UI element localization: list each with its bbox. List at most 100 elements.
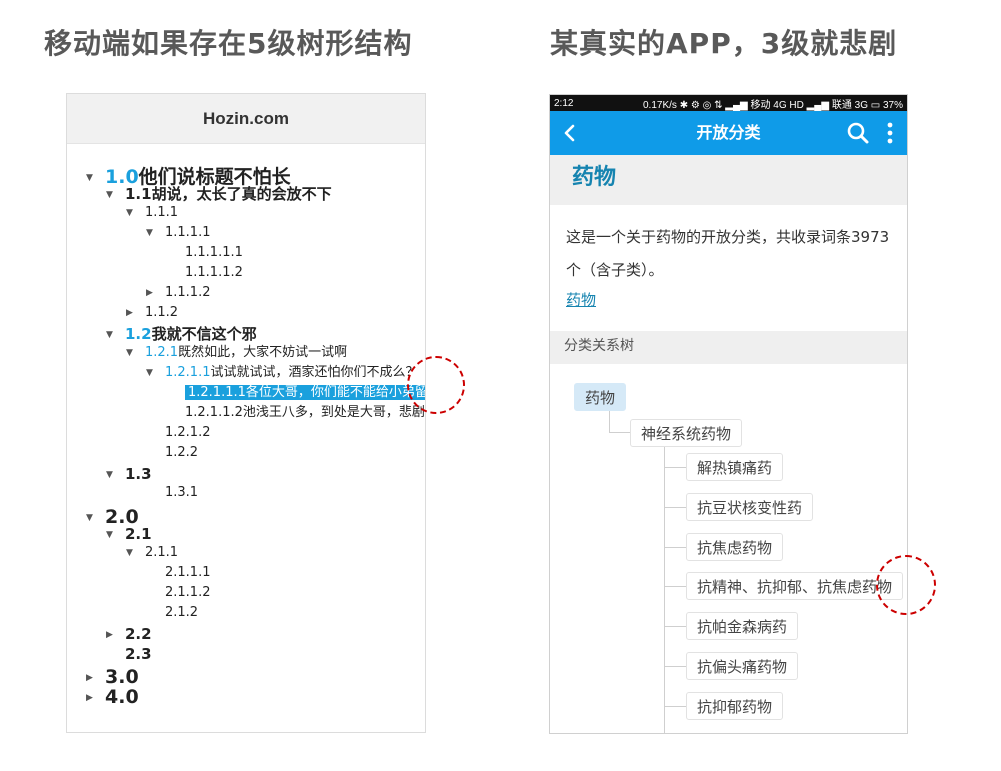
tree-connector [664, 586, 686, 588]
collapse-triangle-icon[interactable]: ▼ [86, 173, 93, 183]
tree-node-label: 1.2.1.2 [165, 425, 211, 440]
tree-node[interactable]: ▼ 1.2我就不信这个邪 [106, 325, 257, 343]
right-heading: 某真实的APP，3级就悲剧 [550, 27, 898, 60]
expand-triangle-icon[interactable]: ▶ [86, 673, 93, 683]
tree-node[interactable]: ▼ 2.1 [106, 525, 152, 543]
app-bar: 开放分类 [550, 111, 907, 155]
collapse-triangle-icon[interactable]: ▼ [86, 513, 93, 523]
tree-connector [609, 411, 610, 433]
tree-node[interactable]: 1.2.1.1.1各位大哥，你们能不能给小弟留地方 [185, 385, 425, 401]
left-heading: 移动端如果存在5级树形结构 [44, 27, 413, 60]
status-bar: 2:12 0.17K/s ✱ ⚙ ◎ ⇅ ▂▄▆ 移动 4G HD ▂▄▆ 联通… [550, 95, 907, 111]
collapse-triangle-icon[interactable]: ▼ [146, 368, 153, 378]
tree-node-leaf[interactable]: 抗帕金森病药 [686, 612, 799, 641]
left-phone-mockup: Hozin.com ▼ 1.0他们说标题不怕长 ▼ 1.1胡说，太长了真的会放不下 ▼ 1… [66, 93, 426, 733]
tree-node-label: 1.1.2 [145, 305, 179, 320]
tree-node[interactable]: ▼ 2.1.1 [126, 545, 179, 561]
category-title: 药物 [550, 155, 907, 205]
tree-node-root[interactable]: 药物 [574, 383, 627, 411]
tree-node[interactable]: 2.1.1.2 [165, 585, 211, 601]
tree-node-label: 1.1.1 [145, 205, 179, 220]
tree-node[interactable]: ▼ 1.1.1 [126, 205, 179, 221]
tree-node-label: 1.2.1.1.1各位大哥，你们能不能给小弟留地方 [185, 385, 425, 400]
collapse-triangle-icon[interactable]: ▼ [126, 208, 133, 218]
tree-node-label: 2.1 [125, 525, 152, 543]
tree-node-label: 1.1.1.2 [165, 285, 211, 300]
tree-node[interactable]: ▼ 1.1胡说，太长了真的会放不下 [106, 185, 332, 203]
status-info: 0.17K/s ✱ ⚙ ◎ ⇅ ▂▄▆ 移动 4G HD ▂▄▆ 联通 3G ▭… [643, 99, 903, 111]
collapse-triangle-icon[interactable]: ▼ [126, 348, 133, 358]
tree-node-label: 3.0 [105, 666, 139, 688]
tree-connector [664, 546, 686, 548]
expand-triangle-icon[interactable]: ▶ [146, 288, 153, 298]
tree-node-label: 1.1.1.1.2 [185, 265, 243, 280]
tree-node[interactable]: 2.1.1.1 [165, 565, 210, 581]
tree-node-label: 2.1.2 [165, 605, 199, 620]
tree-node-label: 2.2 [125, 625, 152, 643]
tree-node[interactable]: ▼ 1.2.1.1试试就试试，酒家还怕你们不成么？ [146, 365, 419, 381]
tree-node-leaf[interactable]: 抗焦虑药物 [686, 532, 784, 561]
tree-node-child[interactable]: 神经系统药物 [630, 419, 743, 447]
collapse-triangle-icon[interactable]: ▼ [146, 228, 153, 238]
tree-section-label: 分类关系树 [550, 331, 907, 364]
tree-node[interactable]: 1.2.1.1.2池浅王八多，到处是大哥，悲剧 [185, 405, 425, 421]
tree-node[interactable]: 1.2.1.2 [165, 425, 211, 441]
tree-node-label: 1.1.1.1 [165, 225, 211, 240]
more-vert-icon[interactable] [886, 121, 894, 145]
tree-node-label: 4.0 [105, 686, 139, 708]
right-highlight-circle [876, 555, 936, 615]
tree-node[interactable]: ▼ 1.3 [106, 465, 152, 483]
tree-node-leaf[interactable]: 抗精神、抗抑郁、抗焦虑药物 [686, 572, 904, 601]
tree-connector [664, 626, 686, 628]
tree-node-leaf[interactable]: 抗豆状核变性药 [686, 492, 814, 521]
left-highlight-circle [407, 356, 465, 414]
tree-node-leaf[interactable]: 抗抑郁药物 [686, 691, 784, 720]
tree-node[interactable]: 1.2.2 [165, 445, 198, 461]
tree-connector [664, 666, 686, 667]
collapse-triangle-icon[interactable]: ▼ [106, 329, 113, 339]
tree-node-label: 1.1.1.1.1 [185, 245, 243, 260]
tree-connector [664, 467, 686, 468]
tree-node[interactable]: ▶ 2.2 [106, 625, 152, 643]
tree-node[interactable]: 1.1.1.1.1 [185, 245, 243, 261]
tree-node[interactable]: 2.3 [125, 645, 152, 663]
expand-triangle-icon[interactable]: ▶ [86, 693, 93, 703]
tree-node-leaf[interactable]: 抗偏头痛药物 [686, 652, 799, 680]
search-icon[interactable] [846, 121, 870, 145]
tree-connector [609, 432, 631, 433]
tree-node-label: 2.3 [125, 645, 152, 663]
tree-node-label: 1.2我就不信这个邪 [125, 325, 257, 343]
status-time: 2:12 [554, 97, 574, 109]
tree-node-label: 1.3.1 [165, 485, 199, 500]
tree-node-label: 1.3 [125, 465, 152, 483]
tree-connector [664, 506, 686, 508]
tree-node-leaf[interactable]: 解热镇痛药 [686, 453, 784, 481]
collapse-triangle-icon[interactable]: ▼ [106, 189, 113, 199]
category-description: 这是一个关于药物的开放分类，共收录词条3973个（含子类）。 [566, 228, 890, 279]
expand-triangle-icon[interactable]: ▶ [106, 629, 113, 639]
tree-connector [664, 446, 665, 733]
tree-node[interactable]: ▶ 1.1.1.2 [146, 285, 211, 301]
tree-node[interactable]: ▼ 1.1.1.1 [146, 225, 211, 241]
collapse-triangle-icon[interactable]: ▼ [126, 548, 133, 558]
tree-node[interactable]: ▼ 1.2.1既然如此，大家不妨试一试啊 [126, 345, 348, 361]
tree-node-label: 2.1.1 [145, 545, 179, 560]
tree-node-label: 1.2.1.1试试就试试，酒家还怕你们不成么？ [165, 365, 419, 380]
tree-connector [664, 705, 686, 707]
tree-node-label: 1.1胡说，太长了真的会放不下 [125, 185, 332, 203]
expand-triangle-icon[interactable]: ▶ [126, 308, 133, 318]
tree-node[interactable]: ▶ 1.1.2 [126, 305, 179, 321]
collapse-triangle-icon[interactable]: ▼ [106, 469, 113, 479]
tree-node-number: 1.2 [125, 325, 152, 343]
tree-node[interactable]: 1.1.1.1.2 [185, 265, 243, 281]
collapse-triangle-icon[interactable]: ▼ [106, 529, 113, 539]
right-phone-mockup: 2:12 0.17K/s ✱ ⚙ ◎ ⇅ ▂▄▆ 移动 4G HD ▂▄▆ 联通… [549, 94, 908, 734]
tree-node[interactable]: ▶ 4.0 [86, 686, 139, 709]
left-app-header: Hozin.com [67, 94, 425, 144]
tree-node[interactable]: 2.1.2 [165, 605, 199, 621]
tree-node-label: 1.2.1.1.2池浅王八多，到处是大哥，悲剧 [185, 405, 425, 420]
tree-node-label: 2.1.1.2 [165, 585, 211, 600]
tree-node-label: 1.2.1既然如此，大家不妨试一试啊 [145, 345, 348, 360]
tree-node[interactable]: 1.3.1 [165, 485, 199, 501]
category-link[interactable]: 药物 [566, 289, 596, 310]
